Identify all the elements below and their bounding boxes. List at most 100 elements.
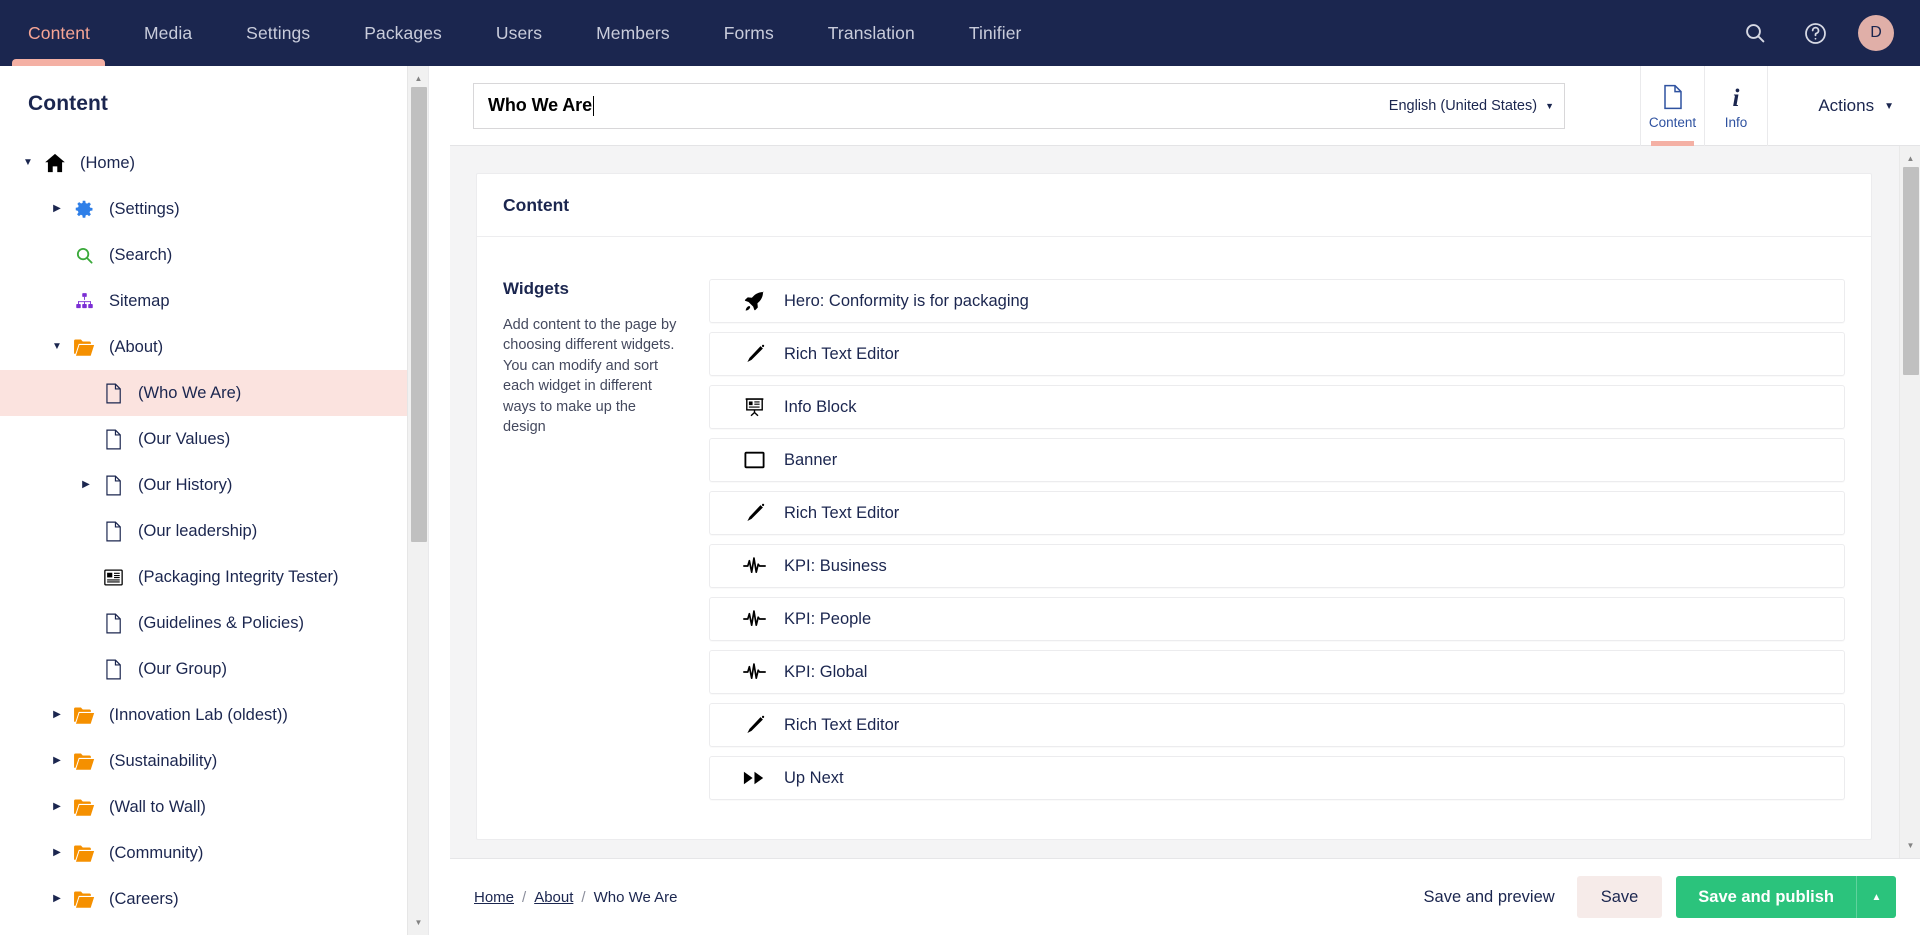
folder-icon xyxy=(71,750,97,772)
widget-item[interactable]: Up Next xyxy=(709,756,1845,800)
caret-right-icon[interactable]: ▶ xyxy=(47,751,67,771)
tree-node-our-group[interactable]: ▶(Our Group) xyxy=(0,646,428,692)
tab-content[interactable]: Content xyxy=(1640,66,1704,146)
search-icon[interactable] xyxy=(1738,16,1772,50)
caret-right-icon[interactable]: ▶ xyxy=(47,705,67,725)
widget-item[interactable]: KPI: Business xyxy=(709,544,1845,588)
tree-node-who-we-are[interactable]: ▶(Who We Are) xyxy=(0,370,428,416)
property-title: Widgets xyxy=(503,279,693,299)
top-navigation-actions: D xyxy=(1738,0,1920,66)
tree-node-innovation-lab-oldest[interactable]: ▶(Innovation Lab (oldest)) xyxy=(0,692,428,738)
tree-node-label: (Sustainability) xyxy=(109,752,217,771)
caret-right-icon[interactable]: ▶ xyxy=(47,797,67,817)
save-and-publish-button[interactable]: Save and publish ▲ xyxy=(1676,876,1896,918)
caret-down-icon[interactable]: ▼ xyxy=(47,337,67,357)
document-icon xyxy=(100,474,126,496)
scroll-down-arrow-icon[interactable]: ▼ xyxy=(408,912,429,933)
tree-node-wall-to-wall[interactable]: ▶(Wall to Wall) xyxy=(0,784,428,830)
document-icon xyxy=(100,612,126,634)
content-tree-sidebar: Content ▼(Home)▶(Settings)▶(Search)▶Site… xyxy=(0,66,429,935)
widget-item[interactable]: Banner xyxy=(709,438,1845,482)
node-name-value: Who We Are xyxy=(488,95,592,116)
language-selector-label: English (United States) xyxy=(1389,98,1537,114)
nav-item-forms[interactable]: Forms xyxy=(697,0,801,66)
tree-node-sitemap[interactable]: ▶Sitemap xyxy=(0,278,428,324)
content-editor: Who We Are English (United States) ▼ Con… xyxy=(450,66,1920,935)
tree-node-community[interactable]: ▶ (Community) xyxy=(0,830,428,876)
scroll-up-arrow-icon[interactable]: ▲ xyxy=(408,68,429,89)
caret-right-icon[interactable]: ▶ xyxy=(47,199,67,219)
article-icon xyxy=(100,566,126,588)
widget-item[interactable]: Rich Text Editor xyxy=(709,703,1845,747)
sidebar-scroll-thumb[interactable] xyxy=(411,87,427,542)
editor-scrollbar[interactable]: ▲ ▼ xyxy=(1899,146,1920,858)
node-name-field[interactable]: Who We Are English (United States) ▼ xyxy=(473,83,1565,129)
tree-node-about[interactable]: ▼(About) xyxy=(0,324,428,370)
widget-item-label: KPI: Global xyxy=(784,663,867,682)
tree-node-label: (Community) xyxy=(109,844,203,863)
footer-actions: Save and preview Save Save and publish ▲ xyxy=(1402,876,1896,918)
search-icon xyxy=(71,244,97,266)
widget-item[interactable]: Info Block xyxy=(709,385,1845,429)
chevron-up-icon[interactable]: ▲ xyxy=(1856,876,1896,918)
widget-item-label: KPI: People xyxy=(784,610,871,629)
tree-node-careers[interactable]: ▶ (Careers) xyxy=(0,876,428,922)
widget-item-label: Info Block xyxy=(784,398,856,417)
sidebar-scrollbar[interactable]: ▲ ▼ xyxy=(407,66,428,935)
avatar[interactable]: D xyxy=(1858,15,1894,51)
caret-right-icon[interactable]: ▶ xyxy=(76,475,96,495)
tree-node-our-history[interactable]: ▶ (Our History) xyxy=(0,462,428,508)
breadcrumb-item[interactable]: About xyxy=(534,889,573,906)
nav-item-members[interactable]: Members xyxy=(569,0,697,66)
widget-item-label: Up Next xyxy=(784,769,844,788)
tree-node-label: (Our History) xyxy=(138,476,232,495)
help-circle-icon[interactable] xyxy=(1798,16,1832,50)
scroll-down-arrow-icon[interactable]: ▼ xyxy=(1900,835,1920,856)
rectangle-icon xyxy=(742,451,766,469)
tree-node-packaging-integrity-tester[interactable]: ▶(Packaging Integrity Tester) xyxy=(0,554,428,600)
save-button[interactable]: Save xyxy=(1577,876,1663,918)
folder-icon xyxy=(71,842,97,864)
nav-item-settings[interactable]: Settings xyxy=(219,0,337,66)
breadcrumb-item[interactable]: Home xyxy=(474,889,514,906)
tree-node-label: (Search) xyxy=(109,246,172,265)
nav-item-media[interactable]: Media xyxy=(117,0,219,66)
widget-item[interactable]: KPI: People xyxy=(709,597,1845,641)
widget-item[interactable]: KPI: Global xyxy=(709,650,1845,694)
breadcrumb: Home/About/Who We Are xyxy=(474,889,677,906)
nav-item-users[interactable]: Users xyxy=(469,0,569,66)
tree-node-our-values[interactable]: ▶(Our Values) xyxy=(0,416,428,462)
caret-right-icon[interactable]: ▶ xyxy=(47,843,67,863)
tree-node-search[interactable]: ▶(Search) xyxy=(0,232,428,278)
nav-item-translation[interactable]: Translation xyxy=(801,0,942,66)
caret-down-icon[interactable]: ▼ xyxy=(18,153,38,173)
tree-node-home[interactable]: ▼(Home) xyxy=(0,140,428,186)
language-selector[interactable]: English (United States) ▼ xyxy=(1389,84,1554,128)
save-and-preview-button[interactable]: Save and preview xyxy=(1402,877,1577,917)
tree-node-label: (Careers) xyxy=(109,890,179,909)
widget-item[interactable]: Rich Text Editor xyxy=(709,491,1845,535)
tree-node-label: (Our Values) xyxy=(138,430,230,449)
tree-node-label: (Who We Are) xyxy=(138,384,241,403)
tree-node-sustainability[interactable]: ▶ (Sustainability) xyxy=(0,738,428,784)
widget-item[interactable]: Rich Text Editor xyxy=(709,332,1845,376)
actions-button[interactable]: Actions ▼ xyxy=(1818,66,1894,146)
scroll-up-arrow-icon[interactable]: ▲ xyxy=(1900,148,1920,169)
nav-item-tinifier[interactable]: Tinifier xyxy=(942,0,1049,66)
nav-item-content[interactable]: Content xyxy=(0,0,117,66)
umbraco-backoffice: ContentMediaSettingsPackagesUsersMembers… xyxy=(0,0,1920,935)
document-icon xyxy=(100,658,126,680)
tree-node-our-leadership[interactable]: ▶(Our leadership) xyxy=(0,508,428,554)
tree-node-guidelines-policies[interactable]: ▶(Guidelines & Policies) xyxy=(0,600,428,646)
tab-info[interactable]: i Info xyxy=(1704,66,1768,146)
document-icon xyxy=(100,382,126,404)
caret-right-icon[interactable]: ▶ xyxy=(47,889,67,909)
editor-footer: Home/About/Who We Are Save and preview S… xyxy=(450,858,1920,935)
document-icon xyxy=(100,520,126,542)
text-cursor xyxy=(593,96,594,116)
nav-item-packages[interactable]: Packages xyxy=(337,0,469,66)
tree-node-settings[interactable]: ▶(Settings) xyxy=(0,186,428,232)
actions-button-label: Actions xyxy=(1818,96,1874,116)
widget-item[interactable]: Hero: Conformity is for packaging xyxy=(709,279,1845,323)
editor-scroll-thumb[interactable] xyxy=(1903,167,1919,375)
